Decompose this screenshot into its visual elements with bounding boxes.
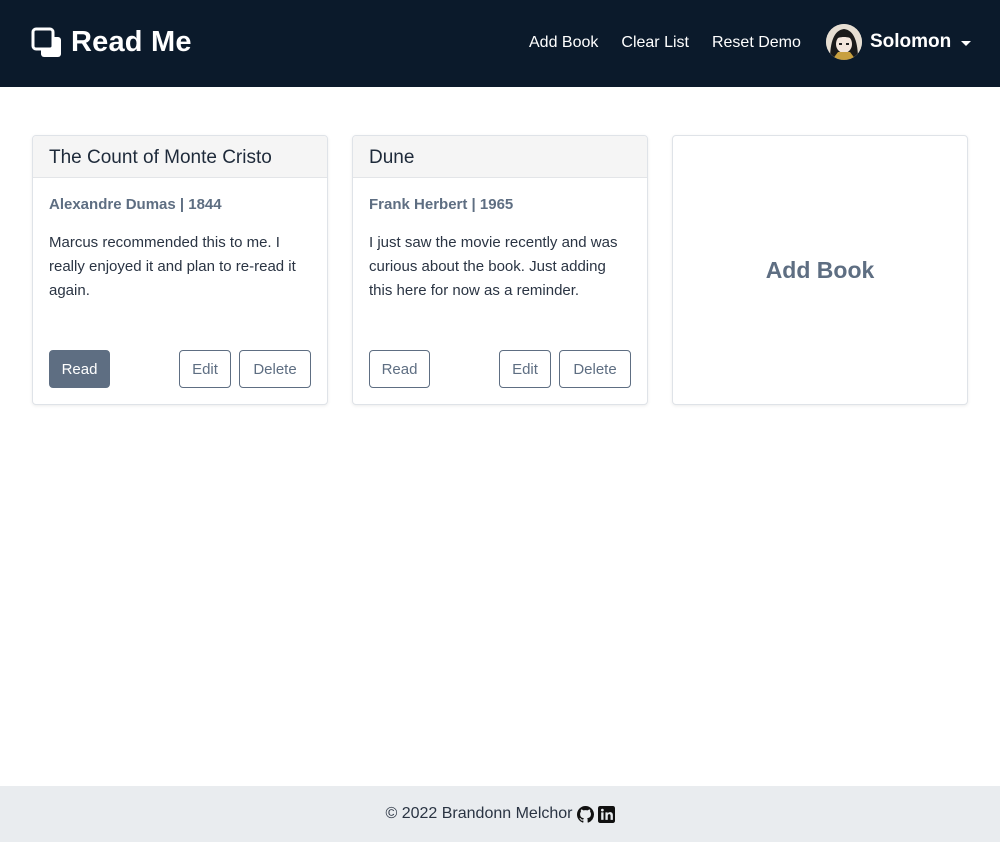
book-card-body: Alexandre Dumas | 1844 Marcus recommende… [33, 178, 327, 303]
book-card: The Count of Monte Cristo Alexandre Duma… [32, 135, 328, 405]
stacked-squares-icon [31, 27, 61, 57]
book-title: The Count of Monte Cristo [33, 136, 327, 178]
book-author-year: Frank Herbert | 1965 [369, 196, 514, 213]
book-author-year: Alexandre Dumas | 1844 [49, 196, 222, 213]
nav-links: Add Book Clear List Reset Demo [529, 34, 824, 52]
nav-reset-demo-link[interactable]: Reset Demo [712, 34, 801, 52]
brand-link[interactable]: Read Me [31, 26, 192, 59]
navbar: Read Me Add Book Clear List Reset Demo S… [0, 0, 1000, 87]
read-button[interactable]: Read [369, 350, 430, 388]
book-note: Marcus recommended this to me. I really … [49, 234, 296, 299]
nav-clear-list-link[interactable]: Clear List [621, 34, 689, 52]
read-button[interactable]: Read [49, 350, 110, 388]
nav-add-book-link[interactable]: Add Book [529, 34, 598, 52]
avatar [826, 24, 862, 60]
book-card: Dune Frank Herbert | 1965 I just saw the… [352, 135, 648, 405]
footer-copyright: © 2022 Brandonn Melchor [385, 805, 573, 822]
user-menu-dropdown[interactable]: Solomon [826, 24, 972, 60]
footer: © 2022 Brandonn Melchor [0, 786, 1000, 842]
delete-button[interactable]: Delete [559, 350, 631, 388]
book-note: I just saw the movie recently and was cu… [369, 234, 618, 299]
edit-button[interactable]: Edit [499, 350, 551, 388]
book-card-body: Frank Herbert | 1965 I just saw the movi… [353, 178, 647, 303]
add-book-card[interactable]: Add Book [672, 135, 968, 405]
book-title: Dune [353, 136, 647, 178]
user-name: Solomon [870, 31, 952, 52]
caret-down-icon [961, 40, 972, 46]
github-icon[interactable] [576, 805, 594, 823]
edit-button[interactable]: Edit [179, 350, 231, 388]
add-book-label: Add Book [765, 256, 875, 283]
linkedin-icon[interactable] [597, 805, 615, 823]
brand-title: Read Me [71, 26, 192, 58]
delete-button[interactable]: Delete [239, 350, 311, 388]
